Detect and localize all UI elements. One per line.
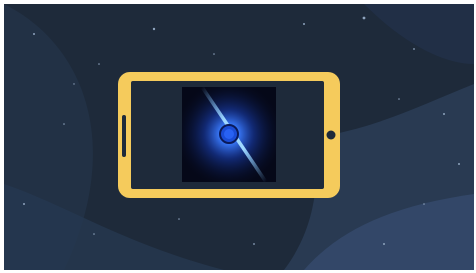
space-background xyxy=(4,4,474,270)
phone-home-button xyxy=(326,130,336,140)
image-frame xyxy=(0,0,476,273)
screen-image xyxy=(182,87,276,182)
background-illustration xyxy=(4,4,474,270)
phone-side-button xyxy=(122,115,126,157)
wave-shape xyxy=(364,4,474,64)
